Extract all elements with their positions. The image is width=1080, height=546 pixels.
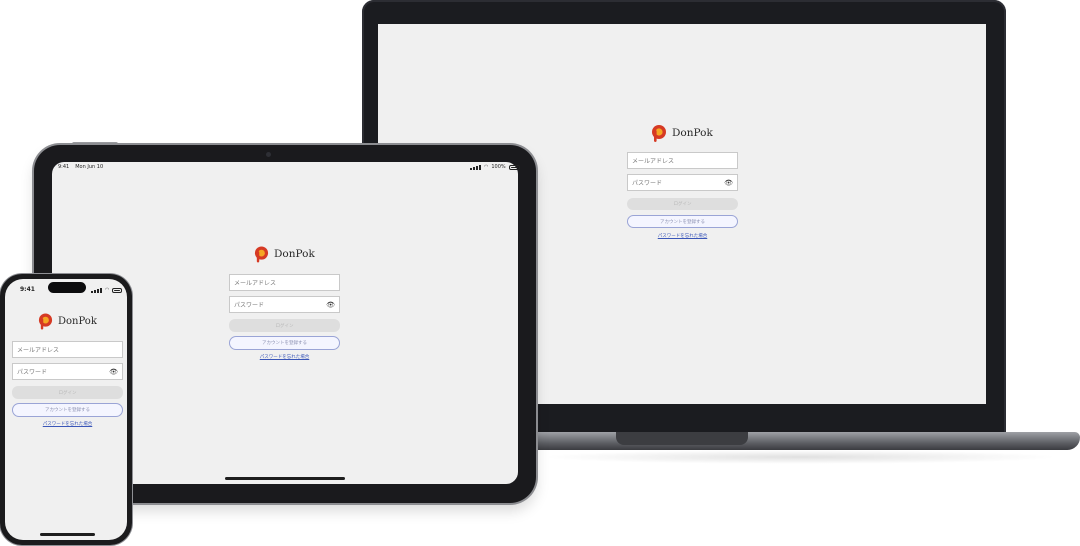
create-account-label: アカウントを登録する [45,408,90,413]
create-account-button[interactable]: アカウントを登録する [12,403,123,417]
wifi-icon: ◠ [484,164,489,170]
email-placeholder: メールアドレス [632,158,675,165]
tablet-home-indicator [225,477,345,480]
laptop-shadow [540,450,1060,464]
phone-status-bar: 9:41 [20,286,35,293]
password-field[interactable]: パスワード 👁 [627,174,738,191]
email-placeholder: メールアドレス [17,347,60,354]
password-field[interactable]: パスワード 👁 [229,296,340,313]
login-button-label: ログイン [58,390,77,396]
wifi-icon: ◠ [105,287,110,293]
brand-name: DonPok [672,127,713,139]
login-button-label: ログイン [275,323,294,329]
phone-status-right: ◠ [91,287,123,293]
phone-logo: DonPok [38,312,97,330]
brand-name: DonPok [58,315,97,327]
battery-icon [112,287,123,293]
create-account-label: アカウントを登録する [660,219,705,225]
create-account-label: アカウントを登録する [262,341,307,346]
email-field[interactable]: メールアドレス [627,152,738,169]
login-button[interactable]: ログイン [229,319,340,332]
email-placeholder: メールアドレス [234,280,277,287]
eye-icon[interactable]: 👁 [326,301,335,309]
laptop-trackpad-notch [616,432,748,445]
tablet-logo: DonPok [254,245,315,263]
email-field[interactable]: メールアドレス [229,274,340,291]
laptop-logo: DonPok [651,124,713,142]
forgot-password-link[interactable]: パスワードを忘れた場合 [627,233,738,239]
status-time: 9:41 [20,286,35,293]
donpok-logo-icon [652,125,666,142]
forgot-password-link[interactable]: パスワードを忘れた場合 [229,354,340,360]
battery-icon [508,164,520,170]
battery-percent: 100% [491,164,506,170]
login-button[interactable]: ログイン [12,386,123,399]
password-placeholder: パスワード [234,302,265,309]
phone-dynamic-island [48,282,86,293]
laptop-base [520,432,1080,450]
signal-icon [470,164,481,170]
status-time: 9:41 [58,164,70,170]
eye-icon[interactable]: 👁 [724,179,733,187]
email-field[interactable]: メールアドレス [12,341,123,358]
tablet-status-right: ◠ 100% [470,164,520,170]
status-date: Mon Jun 10 [75,164,104,170]
password-placeholder: パスワード [632,180,663,187]
password-placeholder: パスワード [17,369,48,376]
login-button[interactable]: ログイン [627,198,738,210]
create-account-button[interactable]: アカウントを登録する [627,215,738,228]
login-button-label: ログイン [673,202,692,207]
signal-icon [91,287,102,293]
tablet-status-bar: 9:41 Mon Jun 10 [58,164,103,170]
tablet-camera [266,152,271,157]
forgot-password-link[interactable]: パスワードを忘れた場合 [12,421,123,427]
phone-home-indicator [40,533,95,536]
brand-name: DonPok [274,248,315,260]
donpok-logo-icon [254,246,269,263]
create-account-button[interactable]: アカウントを登録する [229,336,340,350]
donpok-logo-icon [38,313,53,330]
password-field[interactable]: パスワード 👁 [12,363,123,380]
eye-icon[interactable]: 👁 [109,368,118,376]
